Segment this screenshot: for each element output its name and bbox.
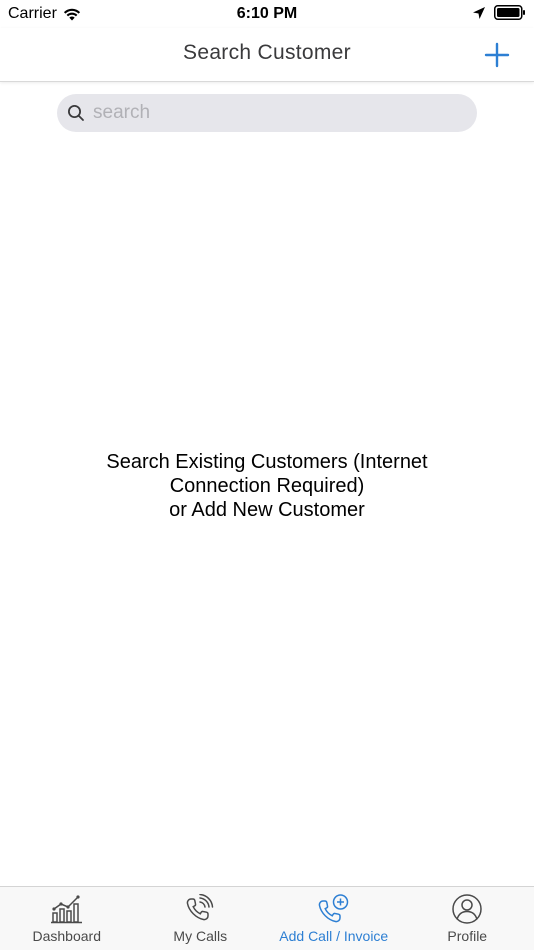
empty-state-line-3: or Add New Customer: [169, 499, 365, 521]
page-title: Search Customer: [183, 41, 351, 64]
add-customer-button[interactable]: [480, 38, 514, 72]
search-bar[interactable]: [57, 94, 477, 132]
tab-label: Dashboard: [32, 928, 102, 944]
location-arrow-icon: [473, 6, 485, 19]
search-icon: [68, 105, 84, 121]
tab-bar: Dashboard My Calls Add Call / Invoice Pr…: [0, 886, 534, 950]
phone-plus-icon: [318, 894, 348, 923]
empty-state-message: Search Existing Customers (Internet Conn…: [40, 450, 494, 522]
search-input[interactable]: [93, 102, 453, 124]
tab-add-call-invoice[interactable]: Add Call / Invoice: [267, 887, 401, 950]
status-right: [472, 5, 526, 20]
bar-chart-icon: [50, 895, 82, 924]
battery-icon: [494, 5, 525, 20]
tab-label: Profile: [447, 928, 488, 944]
tab-my-calls[interactable]: My Calls: [134, 887, 268, 950]
nav-bar: Search Customer: [0, 28, 534, 82]
plus-icon: [484, 42, 510, 68]
tab-label: My Calls: [173, 928, 228, 944]
status-bar: Carrier 6:10 PM: [0, 0, 534, 28]
empty-state-line-1: Search Existing Customers (Internet: [106, 451, 428, 473]
empty-state-line-2: Connection Required): [169, 475, 365, 497]
tab-profile[interactable]: Profile: [401, 887, 534, 950]
tab-dashboard[interactable]: Dashboard: [0, 887, 134, 950]
tab-label: Add Call / Invoice: [279, 928, 389, 944]
phone-ringing-icon: [186, 894, 214, 921]
user-circle-icon: [452, 894, 482, 924]
status-time: 6:10 PM: [236, 5, 298, 22]
